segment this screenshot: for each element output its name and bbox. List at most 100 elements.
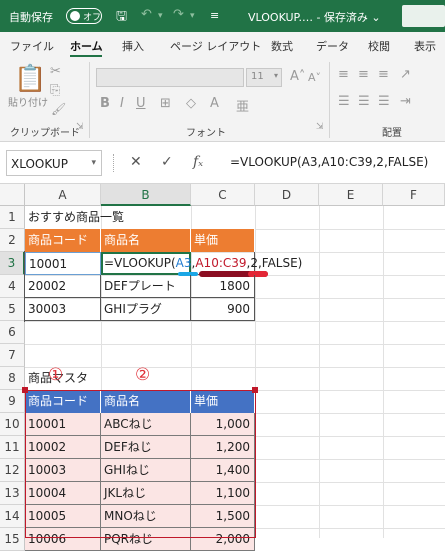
- borders-icon[interactable]: ⊞: [160, 96, 171, 111]
- t2-row-price[interactable]: 1,000: [191, 413, 255, 436]
- tab-insert[interactable]: 挿入: [122, 38, 144, 54]
- t2-row-price[interactable]: 1,500: [191, 505, 255, 528]
- t2-row-name[interactable]: DEFねじ: [101, 436, 191, 459]
- format-painter-icon[interactable]: 🖌: [51, 102, 66, 116]
- align-center-icon[interactable]: ☰: [358, 94, 370, 109]
- align-bottom-icon[interactable]: ≡: [378, 67, 389, 82]
- customize-toolbar-icon[interactable]: ≡: [210, 9, 219, 22]
- t2-row-price[interactable]: 1,200: [191, 436, 255, 459]
- clipboard-launcher-icon[interactable]: ⇲: [76, 122, 84, 132]
- copy-icon[interactable]: ⎘: [50, 83, 60, 98]
- paste-icon[interactable]: 📋: [14, 64, 46, 94]
- insert-function-icon[interactable]: fₓ: [193, 154, 203, 170]
- row-header[interactable]: 3: [0, 252, 25, 275]
- tab-review[interactable]: 校閲: [368, 38, 390, 54]
- cell-a5[interactable]: 30003: [25, 298, 101, 321]
- t2-row-price[interactable]: 2,000: [191, 528, 255, 551]
- row-header[interactable]: 6: [0, 321, 25, 344]
- range-handle[interactable]: [22, 387, 28, 393]
- search-box[interactable]: [402, 5, 445, 27]
- column-header-f[interactable]: F: [383, 184, 445, 206]
- t1-header-code[interactable]: 商品コード: [25, 229, 101, 252]
- row-header[interactable]: 12: [0, 459, 25, 482]
- indent-icon[interactable]: ⇥: [400, 94, 411, 109]
- select-all-corner[interactable]: [0, 184, 25, 206]
- font-color-icon[interactable]: A: [210, 96, 219, 111]
- tab-data[interactable]: データ: [316, 38, 349, 54]
- cell-b5[interactable]: GHIプラグ: [101, 298, 191, 321]
- fill-color-icon[interactable]: ◇: [186, 96, 196, 111]
- t2-row-name[interactable]: ABCねじ: [101, 413, 191, 436]
- t2-row-name[interactable]: GHIねじ: [101, 459, 191, 482]
- t2-row-name[interactable]: PQRねじ: [101, 528, 191, 551]
- paste-label[interactable]: 貼り付け: [8, 94, 48, 109]
- row-header[interactable]: 11: [0, 436, 25, 459]
- underline-icon[interactable]: U: [136, 96, 146, 111]
- align-right-icon[interactable]: ☰: [378, 94, 390, 109]
- column-header-b[interactable]: B: [101, 184, 191, 206]
- row-header[interactable]: 4: [0, 275, 25, 298]
- enter-icon[interactable]: ✓: [161, 154, 173, 170]
- t2-row-name[interactable]: MNOねじ: [101, 505, 191, 528]
- t2-row-code[interactable]: 10005: [25, 505, 101, 528]
- decrease-font-icon[interactable]: A˅: [308, 71, 321, 84]
- formula-bar-grip[interactable]: [113, 154, 115, 172]
- tab-formulas[interactable]: 数式: [271, 38, 293, 54]
- range-handle[interactable]: [252, 387, 258, 393]
- align-top-icon[interactable]: ≡: [338, 67, 349, 82]
- tab-home[interactable]: ホーム: [70, 38, 103, 54]
- t1-header-name[interactable]: 商品名: [101, 229, 191, 252]
- t2-row-code[interactable]: 10006: [25, 528, 101, 551]
- tab-file[interactable]: ファイル: [10, 38, 54, 54]
- cell-b4[interactable]: DEFプレート: [101, 275, 191, 298]
- t2-row-name[interactable]: JKLねじ: [101, 482, 191, 505]
- column-header-d[interactable]: D: [255, 184, 319, 206]
- row-header[interactable]: 2: [0, 229, 25, 252]
- autosave-toggle[interactable]: オフ: [66, 8, 102, 24]
- t2-row-code[interactable]: 10002: [25, 436, 101, 459]
- undo-icon[interactable]: ↶: [141, 7, 152, 22]
- tab-view[interactable]: 表示: [414, 38, 436, 54]
- cell-c4[interactable]: 1800: [191, 275, 255, 298]
- italic-icon[interactable]: I: [120, 96, 124, 111]
- redo-dropdown-icon[interactable]: ▾: [190, 11, 195, 21]
- increase-font-icon[interactable]: A˄: [290, 69, 305, 84]
- column-header-c[interactable]: C: [191, 184, 255, 206]
- cell-a3[interactable]: 10001: [25, 252, 101, 275]
- row-header[interactable]: 13: [0, 482, 25, 505]
- cell-a1-title[interactable]: おすすめ商品一覧: [25, 206, 127, 229]
- t2-row-code[interactable]: 10001: [25, 413, 101, 436]
- tab-page-layout[interactable]: ページ レイアウト: [170, 38, 261, 54]
- bold-icon[interactable]: B: [100, 96, 110, 111]
- t2-row-price[interactable]: 1,400: [191, 459, 255, 482]
- align-middle-icon[interactable]: ≡: [358, 67, 369, 82]
- row-header[interactable]: 1: [0, 206, 25, 229]
- t2-row-price[interactable]: 1,100: [191, 482, 255, 505]
- undo-dropdown-icon[interactable]: ▾: [158, 11, 163, 21]
- column-header-a[interactable]: A: [25, 184, 101, 206]
- formula-input[interactable]: =VLOOKUP(A3,A10:C39,2,FALSE): [230, 155, 428, 169]
- chevron-down-icon[interactable]: ▾: [91, 158, 96, 168]
- worksheet-grid[interactable]: A B C D E F 1 2 3 4 5 6 7 8 9 10 11 12 1…: [0, 184, 445, 551]
- cell-a4[interactable]: 20002: [25, 275, 101, 298]
- cell-c5[interactable]: 900: [191, 298, 255, 321]
- name-box[interactable]: XLOOKUP ▾: [6, 150, 102, 176]
- phonetic-icon[interactable]: 亜: [236, 96, 249, 115]
- t2-header-price[interactable]: 単価: [191, 390, 255, 413]
- t2-row-code[interactable]: 10003: [25, 459, 101, 482]
- cut-icon[interactable]: ✂: [50, 64, 61, 79]
- redo-icon[interactable]: ↷: [173, 7, 184, 22]
- row-header[interactable]: 15: [0, 528, 25, 551]
- cancel-icon[interactable]: ✕: [130, 154, 142, 170]
- align-left-icon[interactable]: ☰: [338, 94, 350, 109]
- row-header[interactable]: 14: [0, 505, 25, 528]
- font-name-box[interactable]: [96, 68, 244, 87]
- t1-header-price[interactable]: 単価: [191, 229, 255, 252]
- save-icon[interactable]: 🖫: [116, 7, 127, 29]
- row-header[interactable]: 10: [0, 413, 25, 436]
- t2-header-name[interactable]: 商品名: [101, 390, 191, 413]
- row-header[interactable]: 7: [0, 344, 25, 367]
- orientation-icon[interactable]: ↗: [400, 67, 411, 82]
- font-size-box[interactable]: 11 ▾: [246, 68, 282, 87]
- column-header-e[interactable]: E: [319, 184, 383, 206]
